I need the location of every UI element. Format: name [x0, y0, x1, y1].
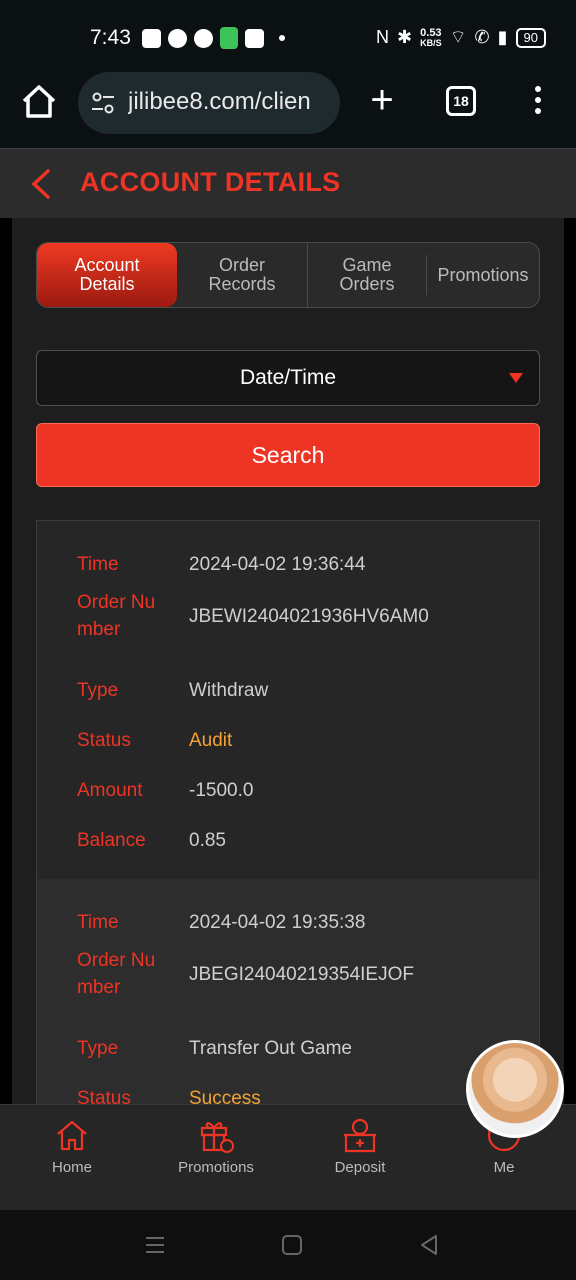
record-row-order-number: Order Nu mber JBEWI2404021936HV6AM0 [37, 589, 539, 665]
status-value: Success [189, 1088, 261, 1104]
tab-promotions[interactable]: Promotions [427, 243, 539, 307]
order-number-label: Order Nu mber [77, 592, 156, 640]
order-number-value: JBEGI24040219354IEJOF [189, 964, 414, 985]
youtube-icon [245, 28, 264, 48]
order-number-label: Order Nu mber [77, 950, 156, 998]
content-panel: Account Details Order Records Game Order… [12, 218, 564, 1104]
battery-indicator: 90 [515, 27, 546, 48]
nav-label: Home [51, 1159, 92, 1176]
tab-label: Account Details [74, 255, 140, 294]
status-bar: 7:43 N ✱ 0.53 KB/S ⌔ ✆ ▮ 90 [0, 0, 576, 72]
wifi-icon: ⌔ [449, 27, 467, 47]
home-icon[interactable] [18, 80, 60, 122]
date-time-select[interactable]: Date/Time [36, 350, 540, 406]
tab-label: Promotions [437, 264, 529, 285]
signal-icon: ▮ [497, 27, 508, 47]
browser-toolbar: jilibee8.com/clien + 18 [0, 72, 576, 148]
bluetooth-icon: ✱ [397, 27, 413, 47]
tab-label: Game Orders [339, 255, 395, 294]
record-item: Time 2024-04-02 19:36:44 Order Nu mber J… [37, 521, 539, 879]
amount-value: -1500.0 [189, 780, 254, 801]
recent-apps-icon[interactable] [142, 1232, 168, 1258]
status-label: Status [77, 1088, 131, 1104]
gift-icon [200, 1122, 234, 1153]
nfc-icon: N [376, 27, 389, 47]
record-row-time: Time 2024-04-02 19:35:38 [37, 897, 539, 947]
type-value: Transfer Out Game [189, 1038, 352, 1059]
record-row-amount: Amount -1500.0 [37, 765, 539, 815]
status-label: Status [77, 730, 131, 751]
url-text: jilibee8.com/clien [128, 88, 311, 115]
tab-switcher-button[interactable]: 18 [446, 86, 476, 116]
home-icon [57, 1120, 87, 1151]
record-row-order-number: Order Nu mber JBEGI24040219354IEJOF [37, 947, 539, 1023]
app-notification-icon [220, 27, 238, 49]
app-header: ACCOUNT DETAILS [0, 148, 576, 218]
page-title: ACCOUNT DETAILS [80, 167, 341, 197]
time-label: Time [77, 554, 119, 575]
call-icon: ✆ [474, 27, 490, 47]
record-row-status: Status Audit [37, 715, 539, 765]
time-label: Time [77, 912, 119, 933]
address-bar[interactable]: jilibee8.com/clien [78, 72, 340, 134]
tab-game-orders[interactable]: Game Orders [308, 243, 426, 307]
system-navigation-bar [0, 1210, 576, 1280]
balance-label: Balance [77, 830, 146, 851]
type-value: Withdraw [189, 680, 269, 701]
nav-promotions[interactable]: Promotions [156, 1115, 276, 1176]
chat-bubble-icon [168, 28, 187, 48]
balance-value: 0.85 [189, 830, 226, 851]
date-time-label: Date/Time [239, 366, 337, 389]
status-value: Audit [189, 730, 233, 751]
back-arrow-icon[interactable] [26, 167, 56, 201]
notification-icons [142, 27, 285, 49]
tab-account-details[interactable]: Account Details [37, 243, 177, 307]
nav-label: Promotions [178, 1159, 254, 1176]
system-icons: N ✱ 0.53 KB/S ⌔ ✆ ▮ 90 [376, 26, 546, 49]
records-list: Time 2024-04-02 19:36:44 Order Nu mber J… [36, 520, 540, 1104]
messenger-icon [194, 28, 213, 48]
tab-label: Order Records [208, 255, 276, 294]
home-button-icon[interactable] [279, 1232, 305, 1258]
discord-icon [142, 28, 161, 48]
network-speed: 0.53 KB/S [420, 27, 442, 48]
type-label: Type [77, 1038, 119, 1059]
order-number-value: JBEWI2404021936HV6AM0 [189, 606, 429, 627]
search-button[interactable]: Search [36, 423, 540, 487]
time-value: 2024-04-02 19:36:44 [189, 554, 366, 575]
more-notifications-dot [279, 35, 285, 41]
record-row-time: Time 2024-04-02 19:36:44 [37, 539, 539, 589]
record-row-type: Type Transfer Out Game [37, 1023, 539, 1073]
type-label: Type [77, 680, 119, 701]
back-button-icon[interactable] [416, 1232, 442, 1258]
time-value: 2024-04-02 19:35:38 [189, 912, 366, 933]
amount-label: Amount [77, 780, 143, 801]
clock: 7:43 [90, 26, 131, 49]
nav-deposit[interactable]: Deposit [300, 1115, 420, 1176]
site-settings-icon[interactable] [90, 90, 116, 116]
record-row-type: Type Withdraw [37, 665, 539, 715]
nav-home[interactable]: Home [12, 1115, 132, 1176]
record-row-balance: Balance 0.85 [37, 815, 539, 865]
dropdown-caret-icon [509, 373, 523, 383]
tab-order-records[interactable]: Order Records [177, 243, 307, 307]
support-chat-avatar[interactable] [466, 1040, 564, 1138]
record-row-status: Status Success [37, 1073, 539, 1104]
new-tab-icon[interactable]: + [362, 80, 402, 124]
record-tabs: Account Details Order Records Game Order… [36, 242, 540, 308]
record-item: Time 2024-04-02 19:35:38 Order Nu mber J… [37, 879, 539, 1104]
browser-menu-icon[interactable] [528, 86, 548, 122]
deposit-icon [344, 1118, 376, 1153]
network-speed-unit: KB/S [420, 37, 442, 48]
nav-label: Deposit [334, 1159, 386, 1176]
nav-label: Me [493, 1159, 515, 1176]
